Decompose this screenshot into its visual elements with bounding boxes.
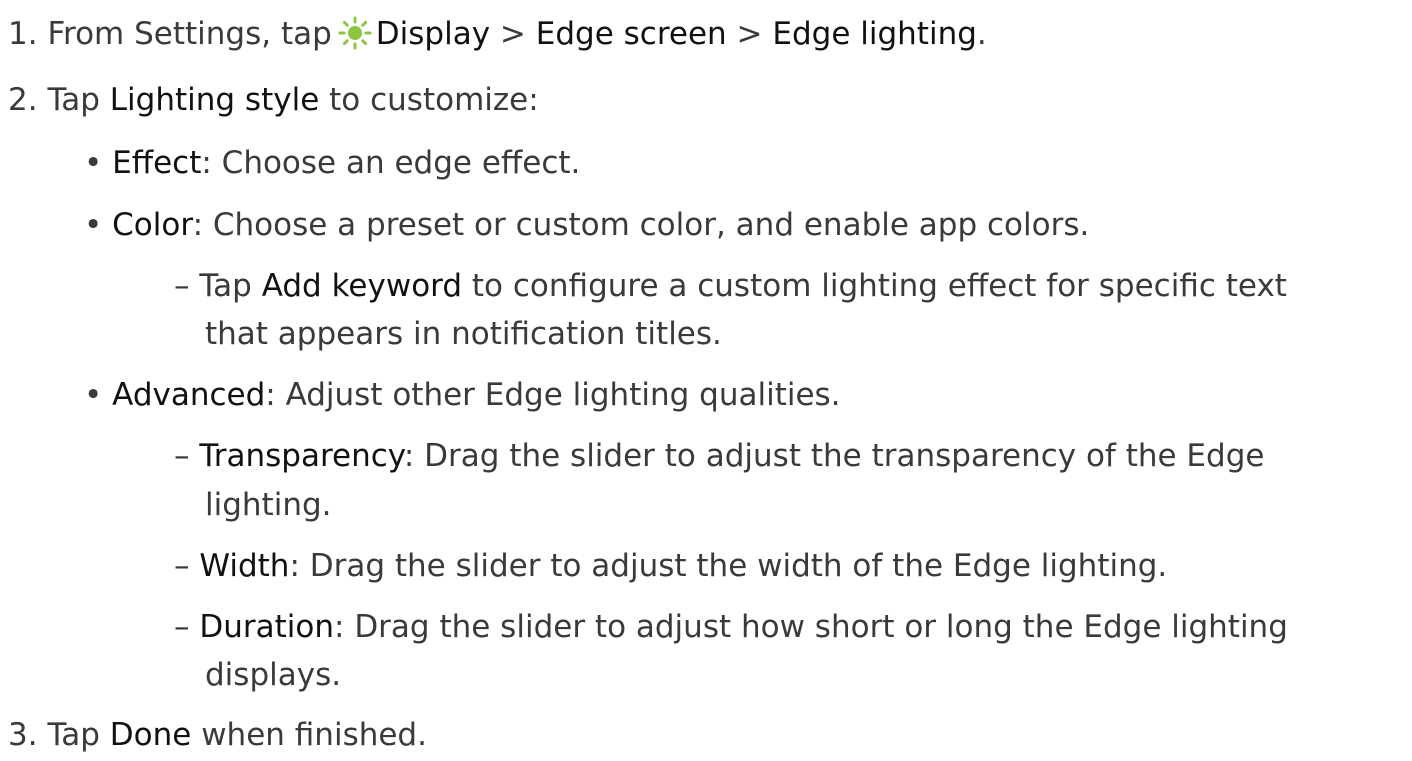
term-advanced: Advanced [112,377,266,413]
sub-item-duration: – Duration: Drag the slider to adjust ho… [174,607,1288,647]
sub-item-text: displays. [205,657,342,693]
sub-item-text: : Drag the slider to adjust the transpar… [403,438,1265,474]
term-transparency: Transparency [199,438,404,474]
sub-item-text: : Drag the slider to adjust how short or… [334,609,1288,645]
step-text: when finished. [201,717,427,753]
term-effect: Effect [112,145,202,181]
dash-marker: – [174,609,190,645]
step-text: to customize: [329,82,539,118]
sub-item-text: : Drag the slider to adjust the width of… [289,548,1168,584]
sub-item-continuation: displays. [205,655,341,695]
bullet-effect: • Effect: Choose an edge effect. [84,143,580,183]
step-text: Tap [47,717,100,753]
sub-item-text: to configure a custom lighting effect fo… [471,268,1287,304]
path-separator: > [736,16,763,52]
dash-marker: – [174,548,190,584]
step-number: 2. [8,82,38,118]
bullet-text: : Adjust other Edge lighting qualities. [265,377,841,413]
term-duration: Duration [199,609,335,645]
bullet-text: : Choose an edge effect. [201,145,581,181]
menu-path-display: Display [375,16,491,52]
step-3: 3. Tap Done when finished. [8,715,427,755]
sub-item-text: Tap [199,268,252,304]
term-add-keyword: Add keyword [261,268,463,304]
sub-item-text: that appears in notification titles. [205,316,722,352]
step-2: 2. Tap Lighting style to customize: [8,80,539,120]
term-color: Color [112,207,193,243]
step-1: 1. From Settings, tap Display > Edge scr… [8,14,987,54]
sub-item-continuation: lighting. [205,485,332,525]
bullet-color: • Color: Choose a preset or custom color… [84,205,1089,245]
step-text: From Settings, tap [47,16,332,52]
step-text: Tap [47,82,100,118]
bullet-marker: • [84,377,103,413]
display-sun-icon [338,16,372,50]
sub-item-transparency: – Transparency: Drag the slider to adjus… [174,436,1264,476]
bullet-advanced: • Advanced: Adjust other Edge lighting q… [84,375,841,415]
menu-path-edge-screen: Edge screen [535,16,727,52]
sub-item-width: – Width: Drag the slider to adjust the w… [174,546,1167,586]
dash-marker: – [174,268,190,304]
path-separator: > [499,16,526,52]
bullet-marker: • [84,145,103,181]
period: . [976,16,987,52]
term-lighting-style: Lighting style [109,82,320,118]
bullet-marker: • [84,207,103,243]
sub-item-text: lighting. [205,487,332,523]
step-number: 3. [8,717,38,753]
sub-item-add-keyword: – Tap Add keyword to configure a custom … [174,266,1287,306]
sub-item-continuation: that appears in notification titles. [205,314,722,354]
dash-marker: – [174,438,190,474]
step-number: 1. [8,16,38,52]
bullet-text: : Choose a preset or custom color, and e… [192,207,1090,243]
term-done: Done [109,717,192,753]
menu-path-edge-lighting: Edge lighting [772,16,977,52]
term-width: Width [199,548,290,584]
